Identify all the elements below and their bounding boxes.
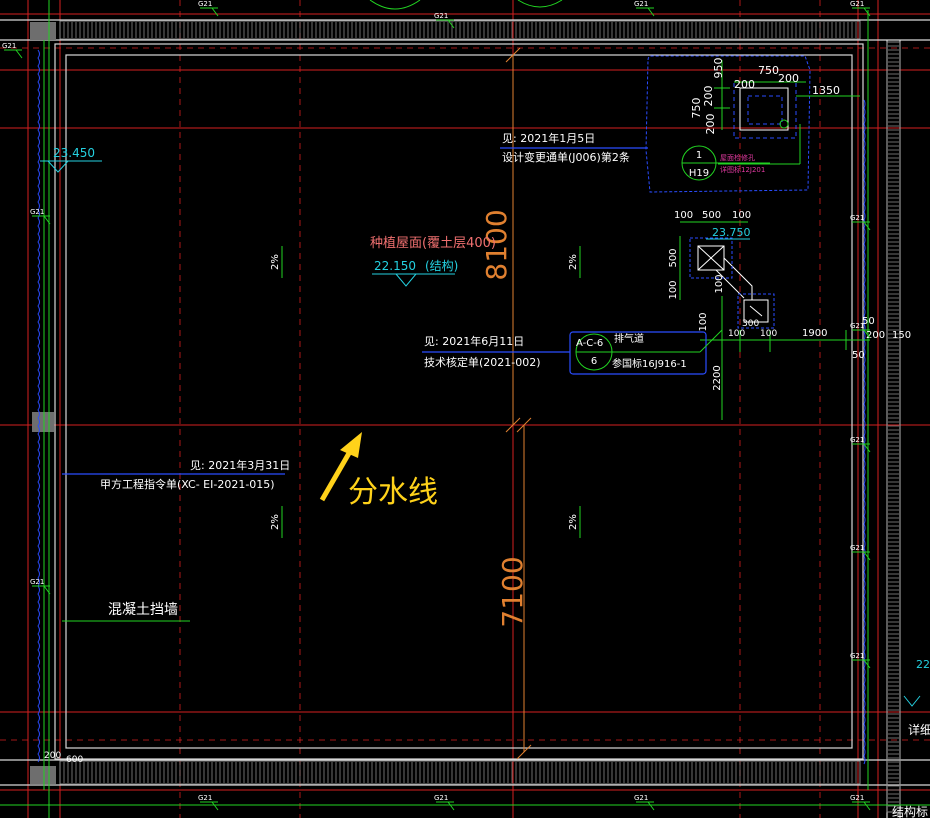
section-tag-label: G21 <box>850 0 864 8</box>
section-tag-label: G21 <box>434 794 448 802</box>
dashed-axis-lines <box>0 0 930 818</box>
section-tag-label: G21 <box>634 794 648 802</box>
hatch-bands <box>30 20 901 813</box>
acc6-num: 6 <box>591 356 597 367</box>
roof-title: 种植屋面(覆土层400) <box>370 236 496 251</box>
slope-mark: 2% <box>270 506 283 538</box>
h19-top: 1 <box>696 150 702 161</box>
h19-bottom: H19 <box>689 168 709 179</box>
dim-200-bottom: 200 <box>44 751 61 761</box>
dim-2200: 2200 <box>712 365 723 390</box>
section-tag-label: G21 <box>850 436 864 444</box>
h19-text1: 屋面检修孔 <box>720 153 755 162</box>
section-tag-label: G21 <box>850 652 864 660</box>
dim-600-bottom: 600 <box>66 755 83 765</box>
elevation-right-edge: 22 <box>916 658 930 671</box>
dim-750-left: 750 <box>690 98 703 119</box>
note-mar31-line1: 见: 2021年3月31日 <box>190 458 290 472</box>
note-jun11-line2: 技术核定单(2021-002) <box>424 355 541 369</box>
dim-100-f: 100 <box>698 312 709 331</box>
top-arcs <box>369 0 563 10</box>
dim-200-a: 200 <box>734 78 755 91</box>
roof-hatch-point <box>779 119 789 129</box>
note-jan5-line2: 设计变更通单(J006)第2条 <box>502 150 630 164</box>
slope-label: 2% <box>568 514 579 530</box>
waterproof-wave-line <box>37 49 40 763</box>
dim-100-h: 100 <box>760 329 777 339</box>
section-tag-label: G21 <box>634 0 648 8</box>
dim-200-b: 200 <box>778 72 799 85</box>
slope-mark: 2% <box>568 506 581 538</box>
acc6-text1: 排气道 <box>614 332 644 345</box>
dim-750-top: 750 <box>758 64 779 77</box>
section-tag-label: G21 <box>434 12 448 20</box>
slope-mark: 2% <box>568 246 581 278</box>
section-tag-label: G21 <box>198 794 212 802</box>
section-tag: G21 <box>850 794 871 811</box>
dim-500-v: 500 <box>668 248 679 267</box>
note-mar31-line2: 甲方工程指令单(XC- EI-2021-015) <box>100 477 275 491</box>
dim-500-a: 500 <box>702 210 721 221</box>
drainage-divide-label: 分水线 <box>348 475 438 510</box>
bottom-right-text: 结构标 <box>892 804 928 818</box>
section-tag: G21 <box>30 208 51 225</box>
roof-elevation: 22.150 <box>374 259 416 273</box>
dim-200-d: 200 <box>704 114 717 135</box>
dim-100-a: 100 <box>674 210 693 221</box>
roof-elevation-marker <box>372 273 455 287</box>
slope-mark: 2% <box>270 246 283 278</box>
section-tag: G21 <box>850 544 871 561</box>
section-tag: G21 <box>2 42 23 59</box>
elevation-top-left: 23.450 <box>53 146 95 160</box>
right-detail-text: 详细 <box>908 722 930 737</box>
section-tag-label: G21 <box>850 794 864 802</box>
slope-label: 2% <box>270 514 281 530</box>
parapet-walls <box>0 19 930 818</box>
acc6-text2: 参国标16J916-1 <box>612 357 687 370</box>
dim-100-e: 100 <box>714 274 725 293</box>
note-jan5-line1: 见: 2021年1月5日 <box>502 131 595 145</box>
dim-100-v: 100 <box>668 280 679 299</box>
dim-1900: 1900 <box>802 328 827 339</box>
dim-300: 300 <box>742 319 759 329</box>
dim-1350: 1350 <box>812 84 840 97</box>
section-tag-label: G21 <box>30 208 44 216</box>
waterproof-wave-line-right <box>863 99 866 765</box>
section-tag: G21 <box>634 794 655 811</box>
h19-text2: 详图标12J201 <box>720 165 765 174</box>
retaining-wall-label: 混凝土挡墙 <box>108 602 178 618</box>
cad-drawing-canvas[interactable]: 8100 7100 分水线 种植屋面(覆土层400) 22.150 (结构) 2… <box>0 0 930 818</box>
green-outlines <box>0 0 930 818</box>
dim-100-g: 100 <box>728 329 745 339</box>
dim-50-b: 50 <box>852 350 865 361</box>
acc6-code: A-C-6 <box>576 338 603 349</box>
section-tag-label: G21 <box>30 578 44 586</box>
elevation-vent: 23.750 <box>712 226 751 239</box>
note-jun11-line1: 见: 2021年6月11日 <box>424 334 524 348</box>
section-tag-label: G21 <box>850 214 864 222</box>
dim-100-b: 100 <box>732 210 751 221</box>
section-tag-label: G21 <box>198 0 212 8</box>
slope-label: 2% <box>270 254 281 270</box>
vent-shaft <box>697 245 769 323</box>
roof-elevation-note: (结构) <box>425 258 458 273</box>
dimension-7100: 7100 <box>496 556 529 627</box>
axis-lines <box>0 0 930 818</box>
section-tag: G21 <box>850 214 871 231</box>
dim-200-e: 200 <box>866 330 885 341</box>
dim-200-c: 200 <box>702 86 715 107</box>
dim-950: 950 <box>712 58 725 79</box>
section-tag: G21 <box>850 436 871 453</box>
section-tag: G21 <box>850 652 871 669</box>
section-tag: G21 <box>434 794 455 811</box>
section-tag: G21 <box>30 578 51 595</box>
section-tag-label: G21 <box>850 322 864 330</box>
slope-label: 2% <box>568 254 579 270</box>
section-tag: G21 <box>198 794 219 811</box>
dim-150: 150 <box>892 330 911 341</box>
section-tag-label: G21 <box>850 544 864 552</box>
elevation-right-marker <box>903 695 921 707</box>
section-tag-label: G21 <box>2 42 16 50</box>
